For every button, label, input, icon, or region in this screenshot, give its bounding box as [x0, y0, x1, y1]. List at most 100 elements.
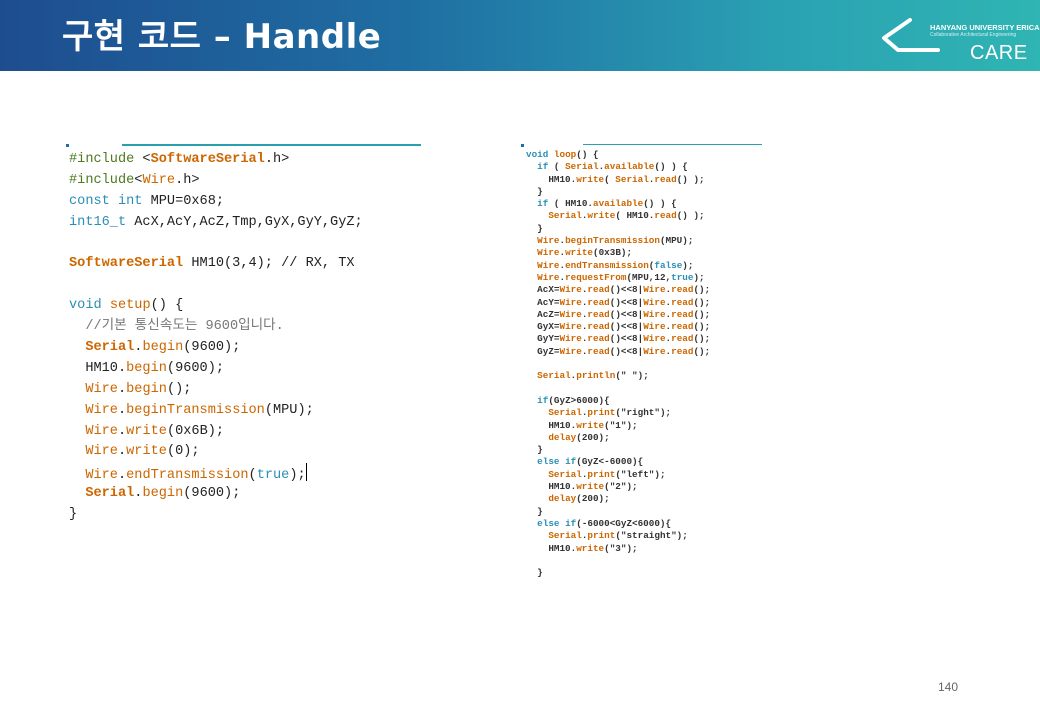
code-token: //기본 통신속도는 9600입니다. [69, 319, 284, 335]
code-line: } [69, 505, 363, 526]
code-line: SoftwareSerial HM10(3,4); // RX, TX [69, 254, 363, 275]
code-token: Wire [537, 247, 560, 259]
code-token: (-6000<GyZ<6000){ [576, 517, 672, 529]
code-line: Wire.write(0); [69, 442, 363, 463]
code-line: Wire.endTransmission(false); [526, 260, 710, 272]
code-token: Wire [142, 172, 176, 188]
code-line: int16_t AcX,AcY,AcZ,Tmp,GyX,GyY,GyZ; [69, 213, 363, 234]
code-token: . [117, 381, 127, 397]
code-token: HM10. [526, 419, 577, 431]
code-token: #include [69, 152, 143, 167]
slide-header: 구현 코드 – Handle HANYANG UNIVERSITY ERICA … [0, 0, 1040, 71]
code-token: Wire [559, 321, 582, 333]
code-token: if [537, 161, 549, 173]
code-token: ()<<8| [609, 284, 644, 296]
code-token: (); [693, 284, 711, 296]
code-token: } [69, 507, 78, 523]
code-token: endTransmission [565, 259, 649, 271]
code-token: beginTransmission [126, 402, 265, 418]
code-token: Wire [85, 444, 118, 460]
logo-university: HANYANG UNIVERSITY ERICA [930, 23, 1040, 32]
code-line: if ( HM10.available() ) { [526, 198, 710, 210]
code-token: ( [548, 161, 566, 173]
code-token: Wire [85, 381, 118, 397]
code-line: Wire.write(0x6B); [69, 422, 363, 443]
code-token: < [142, 152, 151, 167]
code-token: if [537, 198, 549, 210]
code-line: GyY=Wire.read()<<8|Wire.read(); [526, 333, 710, 345]
code-token: true [671, 271, 694, 283]
code-line: GyX=Wire.read()<<8|Wire.read(); [526, 321, 710, 333]
code-token: read [587, 296, 610, 308]
code-token: (200); [576, 431, 610, 443]
code-token: read [654, 173, 677, 185]
code-token: Wire [559, 284, 582, 296]
code-token: (); [693, 333, 711, 345]
code-token: requestFrom [565, 271, 627, 283]
code-token: ()<<8| [609, 296, 644, 308]
code-token: Wire [559, 345, 582, 357]
code-line: Serial.write( HM10.read() ); [526, 210, 710, 222]
code-token: AcX,AcY,AcZ,Tmp,GyX,GyY,GyZ; [126, 214, 363, 230]
code-token: #include [69, 172, 135, 188]
code-line: Serial.println(" "); [526, 370, 710, 382]
code-token: Wire [537, 271, 560, 283]
code-token: } [526, 567, 543, 579]
code-token: (9600); [183, 340, 241, 356]
code-token: write [587, 210, 616, 222]
code-token: (); [166, 381, 192, 397]
code-token: (9600); [183, 486, 241, 502]
code-token: read [654, 210, 677, 222]
code-line: //기본 통신속도는 9600입니다. [69, 317, 363, 338]
code-line: Serial.begin(9600); [69, 338, 363, 359]
code-token: read [671, 308, 694, 320]
code-token: HM10. [526, 542, 577, 554]
code-token: ("2"); [604, 481, 638, 493]
code-token: Serial [85, 340, 135, 356]
code-line: AcX=Wire.read()<<8|Wire.read(); [526, 284, 710, 296]
code-token: () { [576, 149, 599, 160]
code-line: if ( Serial.available() ) { [526, 161, 710, 173]
code-token: read [587, 321, 610, 333]
code-token: () ); [676, 173, 705, 185]
code-token: true [256, 468, 290, 484]
code-token: . [117, 444, 127, 460]
logo-subtitle: Collaborative Architectural Engineering [930, 32, 1017, 38]
code-token: .h> [175, 172, 200, 188]
code-token: (0); [166, 444, 200, 460]
code-token: (" "); [615, 370, 649, 382]
code-token: Wire [559, 333, 582, 345]
page-number: 140 [938, 680, 959, 694]
code-token: (MPU); [659, 235, 694, 247]
logo-brand: CARE [970, 42, 1028, 64]
code-token: setup [109, 298, 151, 314]
code-token: . [117, 402, 127, 418]
code-token: .h> [264, 152, 290, 167]
code-token: ( [248, 468, 257, 484]
code-line: } [526, 506, 710, 518]
code-token: } [526, 444, 543, 456]
code-line: delay(200); [526, 432, 710, 444]
code-token: MPU=0x68; [142, 193, 225, 209]
code-token: ( HM10. [548, 198, 593, 210]
code-token: Wire [559, 296, 582, 308]
code-line: Wire.beginTransmission(MPU); [69, 401, 363, 422]
code-line: Wire.begin(); [69, 380, 363, 401]
code-token: (GyZ<-6000){ [576, 456, 644, 468]
code-token: Wire [643, 284, 666, 296]
code-token: Wire [643, 333, 666, 345]
code-line: } [526, 186, 710, 198]
text-cursor [305, 463, 308, 482]
code-token: AcX= [526, 284, 560, 296]
